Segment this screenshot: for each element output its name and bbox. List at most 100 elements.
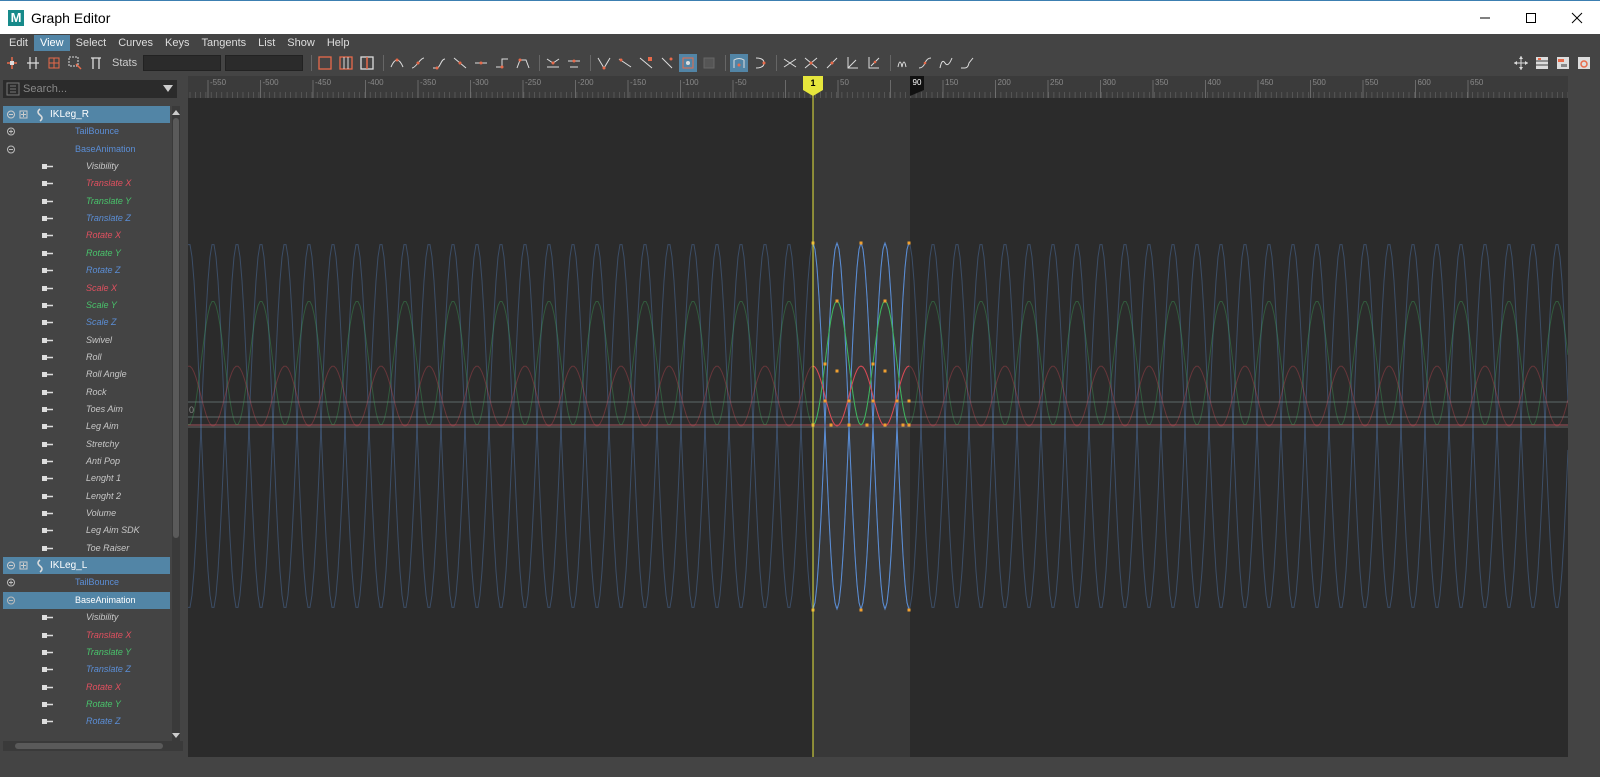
stats-time-field[interactable] <box>143 55 222 71</box>
outliner-attr-leg-aim[interactable]: Leg Aim <box>3 418 170 435</box>
outliner-attr-toe-raiser[interactable]: Toe Raiser <box>3 540 170 557</box>
outliner-attr-visibility[interactable]: Visibility <box>3 609 170 626</box>
menu-list[interactable]: List <box>252 35 281 51</box>
collapse-minus-icon[interactable] <box>6 141 18 158</box>
outliner-attr-translate-y[interactable]: Translate Y <box>3 644 170 661</box>
outliner-attr-leg-aim-sdk[interactable]: Leg Aim SDK <box>3 522 170 539</box>
outliner-attr-scale-y[interactable]: Scale Y <box>3 297 170 314</box>
region-select-icon[interactable] <box>66 54 84 72</box>
outliner-attr-stretchy[interactable]: Stretchy <box>3 436 170 453</box>
menu-edit[interactable]: Edit <box>3 35 34 51</box>
outliner-search[interactable]: Search... <box>3 80 177 98</box>
outliner-attr-lenght-2[interactable]: Lenght 2 <box>3 488 170 505</box>
outliner-attr-anti-pop[interactable]: Anti Pop <box>3 453 170 470</box>
trax-editor-icon[interactable] <box>1554 54 1572 72</box>
outliner-attr-translate-y[interactable]: Translate Y <box>3 193 170 210</box>
collapse-minus-icon[interactable] <box>6 592 18 609</box>
outliner-node-ikleg-l[interactable]: IKLeg_L <box>3 557 170 575</box>
outliner-attr-scale-x[interactable]: Scale X <box>3 280 170 297</box>
denormalize-curves-icon[interactable] <box>802 54 820 72</box>
outliner-attr-rotate-z[interactable]: Rotate Z <box>3 713 170 730</box>
dope-sheet-icon[interactable] <box>1533 54 1551 72</box>
frame-all-icon[interactable] <box>316 54 334 72</box>
outliner-attr-rotate-y[interactable]: Rotate Y <box>3 245 170 262</box>
free-tangent-weight-icon[interactable] <box>595 54 613 72</box>
outliner-attr-roll-angle[interactable]: Roll Angle <box>3 366 170 383</box>
outliner-attr-toes-aim[interactable]: Toes Aim <box>3 401 170 418</box>
center-current-time-icon[interactable] <box>358 54 376 72</box>
outliner-attr-translate-x[interactable]: Translate X <box>3 175 170 192</box>
normalize-curves-icon[interactable] <box>781 54 799 72</box>
outliner-attr-rotate-y[interactable]: Rotate Y <box>3 696 170 713</box>
menu-select[interactable]: Select <box>70 35 113 51</box>
stats-value-field[interactable] <box>225 55 304 71</box>
weighted-tangents-icon[interactable] <box>637 54 655 72</box>
swap-buffer-curves-icon[interactable] <box>700 54 718 72</box>
node-expander-icon[interactable] <box>6 557 50 574</box>
minimize-button[interactable] <box>1462 1 1508 34</box>
maximize-button[interactable] <box>1508 1 1554 34</box>
menu-help[interactable]: Help <box>321 35 356 51</box>
outliner-attr-translate-z[interactable]: Translate Z <box>3 661 170 678</box>
outliner-horizontal-scrollbar[interactable] <box>3 741 183 751</box>
curve-graph-canvas[interactable]: -550 -500 -450 -400 -350 -300 -250 -200 -150 -100… <box>188 76 1568 757</box>
frame-playback-range-icon[interactable] <box>337 54 355 72</box>
plateau-tangent-icon[interactable] <box>514 54 532 72</box>
menu-tangents[interactable]: Tangents <box>196 35 253 51</box>
outliner-vertical-scrollbar[interactable] <box>172 106 180 742</box>
outliner-attr-rock[interactable]: Rock <box>3 384 170 401</box>
snap-times-icon[interactable] <box>730 54 749 72</box>
horizontal-scroll-thumb[interactable] <box>15 743 163 749</box>
menu-curves[interactable]: Curves <box>112 35 159 51</box>
cycle-offset-icon[interactable] <box>916 54 934 72</box>
retime-tool-icon[interactable] <box>87 54 105 72</box>
oscillate-curve-icon[interactable] <box>937 54 955 72</box>
lock-tangent-weight-icon[interactable] <box>616 54 634 72</box>
unify-tangents-icon[interactable] <box>565 54 583 72</box>
step-tangent-icon[interactable] <box>493 54 511 72</box>
non-weighted-tangents-icon[interactable] <box>658 54 676 72</box>
outliner-attr-translate-z[interactable]: Translate Z <box>3 210 170 227</box>
expand-plus-icon[interactable] <box>6 123 18 140</box>
node-expander-icon[interactable] <box>6 106 50 123</box>
outliner-attr-rotate-x[interactable]: Rotate X <box>3 679 170 696</box>
chevron-down-icon[interactable] <box>163 85 173 93</box>
linear-tangent-icon[interactable] <box>451 54 469 72</box>
flat-tangent-icon[interactable] <box>472 54 490 72</box>
spline-tangent-icon[interactable] <box>409 54 427 72</box>
move-nearest-key-icon[interactable] <box>3 54 21 72</box>
outliner-layer-tailbounce[interactable]: TailBounce <box>3 574 170 591</box>
infinity-pre-icon[interactable] <box>844 54 862 72</box>
close-button[interactable] <box>1554 1 1600 34</box>
menu-view[interactable]: View <box>33 35 70 51</box>
cycle-curve-icon[interactable] <box>895 54 913 72</box>
time-editor-icon[interactable] <box>1575 54 1593 72</box>
outliner-layer-baseanimation[interactable]: BaseAnimation <box>3 141 170 158</box>
outliner-attr-swivel[interactable]: Swivel <box>3 332 170 349</box>
lattice-deform-icon[interactable] <box>45 54 63 72</box>
outliner-attr-lenght-1[interactable]: Lenght 1 <box>3 470 170 487</box>
scroll-thumb[interactable] <box>173 118 179 538</box>
buffer-curve-snapshot-icon[interactable] <box>679 54 698 72</box>
pan-view-icon[interactable] <box>1512 54 1530 72</box>
outliner-attr-rotate-z[interactable]: Rotate Z <box>3 262 170 279</box>
expand-plus-icon[interactable] <box>6 574 18 591</box>
infinity-post-icon[interactable] <box>865 54 883 72</box>
menu-keys[interactable]: Keys <box>159 35 195 51</box>
insert-key-icon[interactable] <box>24 54 42 72</box>
snap-values-icon[interactable] <box>751 54 769 72</box>
outliner-attr-scale-z[interactable]: Scale Z <box>3 314 170 331</box>
auto-tangent-icon[interactable] <box>388 54 406 72</box>
clamped-tangent-icon[interactable] <box>430 54 448 72</box>
outliner-layer-tailbounce[interactable]: TailBounce <box>3 123 170 140</box>
menu-show[interactable]: Show <box>281 35 321 51</box>
outliner-attr-translate-x[interactable]: Translate X <box>3 627 170 644</box>
stacked-curves-icon[interactable] <box>823 54 841 72</box>
scroll-down-icon[interactable] <box>172 732 180 740</box>
outliner-attr-rotate-x[interactable]: Rotate X <box>3 227 170 244</box>
outliner-attr-volume[interactable]: Volume <box>3 505 170 522</box>
outliner-node-ikleg-r[interactable]: IKLeg_R <box>3 106 170 123</box>
break-tangents-icon[interactable] <box>544 54 562 72</box>
outliner-layer-baseanimation[interactable]: BaseAnimation <box>3 591 170 609</box>
search-input[interactable]: Search... <box>23 83 67 95</box>
